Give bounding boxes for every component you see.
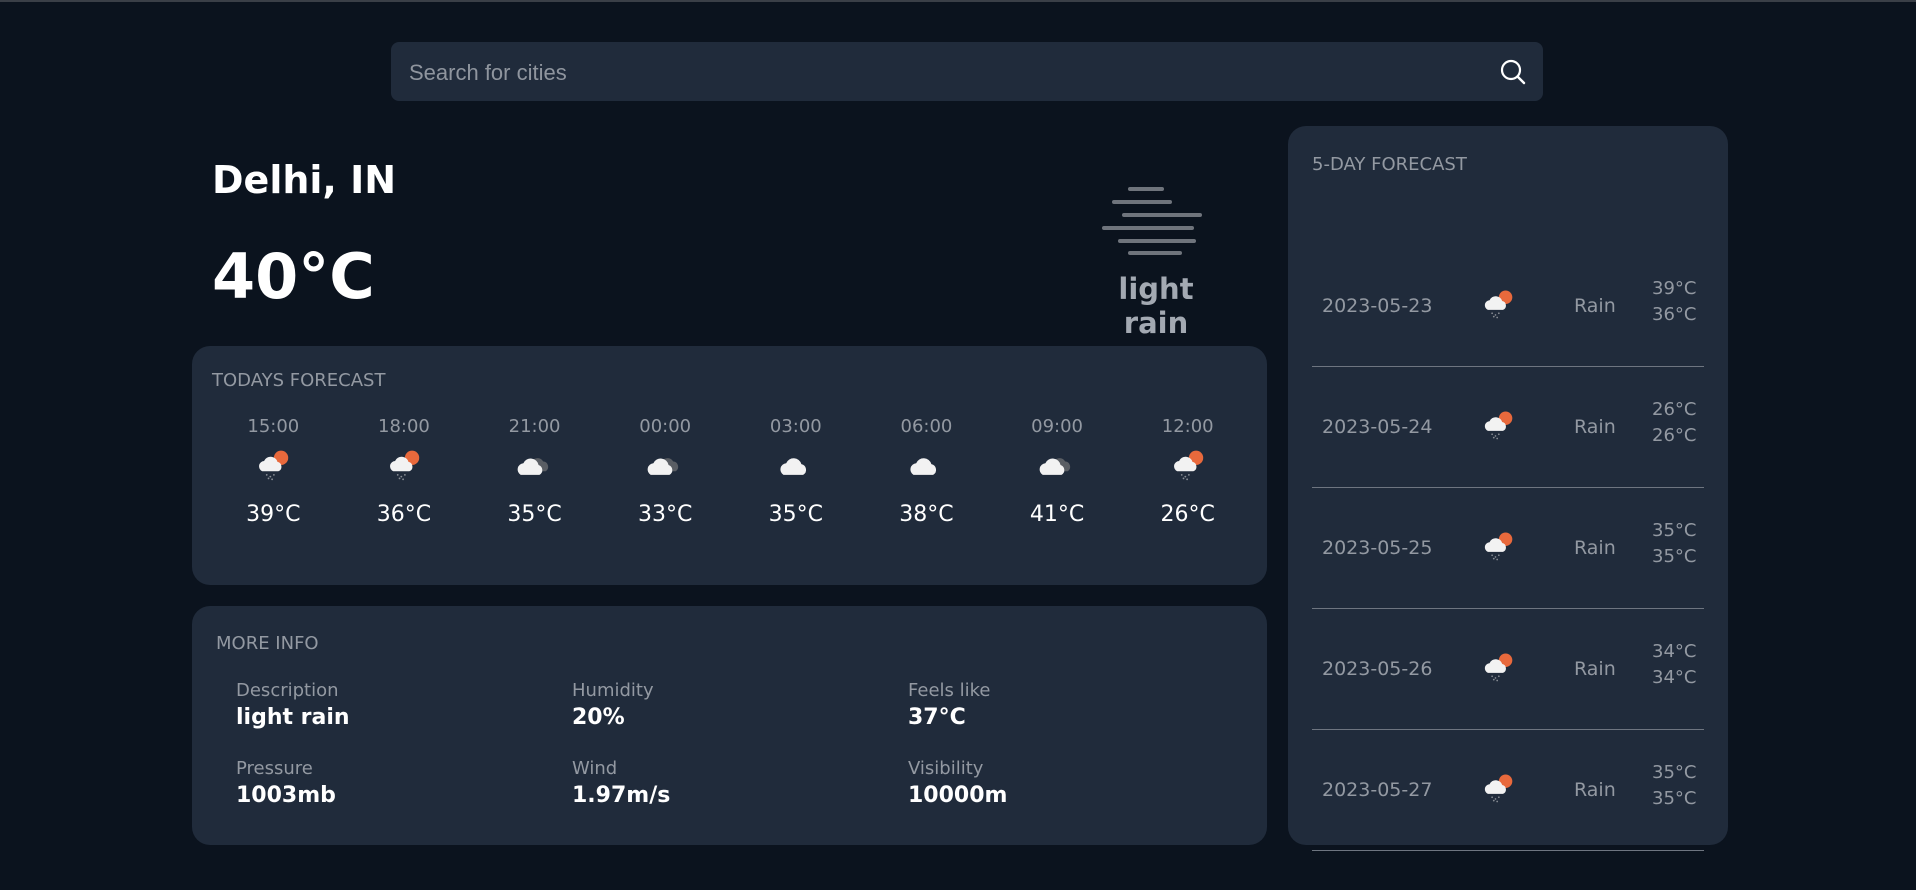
- day-date: 2023-05-24: [1322, 416, 1433, 438]
- hour-time: 00:00: [639, 416, 692, 437]
- info-humidity: Humidity 20%: [572, 680, 908, 730]
- broken-clouds-icon: [517, 458, 548, 475]
- info-value: 20%: [572, 705, 625, 730]
- day-low-temperature: 34°C: [1652, 667, 1697, 688]
- info-value: 1003mb: [236, 783, 336, 808]
- hour-time: 09:00: [1031, 416, 1083, 437]
- info-feels-like: Feels like 37°C: [908, 680, 1208, 730]
- info-value: 37°C: [908, 705, 966, 730]
- hour-temperature: 38°C: [899, 502, 954, 527]
- hourly-item: 06:00 38°C: [861, 416, 992, 527]
- hourly-item: 18:00 36°C: [339, 416, 470, 527]
- info-label: Visibility: [908, 758, 984, 779]
- info-label: Humidity: [572, 680, 654, 701]
- hour-time: 12:00: [1161, 416, 1214, 437]
- hourly-item: 00:00 33°C: [600, 416, 731, 527]
- day-condition: Rain: [1574, 537, 1616, 559]
- day-condition: Rain: [1574, 416, 1616, 438]
- day-date: 2023-05-25: [1322, 537, 1433, 559]
- hourly-item: 12:00 26°C: [1122, 416, 1253, 527]
- hour-time: 21:00: [508, 416, 561, 437]
- hourly-item: 15:00 39°C: [208, 416, 339, 527]
- sun-cloud-rain-icon: [1484, 774, 1513, 803]
- hour-time: 18:00: [378, 416, 430, 437]
- info-label: Description: [236, 680, 339, 701]
- daily-forecast-row: 2023-05-24 Rain 26°C 26°C: [1312, 367, 1704, 488]
- current-description: light rain: [1118, 272, 1194, 340]
- hour-temperature: 41°C: [1029, 502, 1085, 527]
- more-info-title: MORE INFO: [216, 633, 319, 654]
- day-low-temperature: 35°C: [1652, 788, 1697, 809]
- five-day-forecast-title: 5-DAY FORECAST: [1312, 154, 1467, 175]
- sun-cloud-rain-icon: [1484, 532, 1513, 561]
- info-label: Wind: [572, 758, 618, 779]
- info-description: Description light rain: [236, 680, 572, 730]
- sun-cloud-rain-icon: [389, 450, 420, 481]
- info-value: light rain: [236, 705, 350, 730]
- hourly-item: 21:00 35°C: [469, 416, 600, 527]
- hour-time: 03:00: [769, 416, 822, 437]
- hour-time: 06:00: [900, 416, 953, 437]
- info-value: 10000m: [908, 783, 1008, 808]
- day-low-temperature: 35°C: [1652, 546, 1697, 567]
- day-date: 2023-05-23: [1322, 295, 1433, 317]
- day-date: 2023-05-27: [1322, 779, 1433, 801]
- day-condition: Rain: [1574, 295, 1616, 317]
- sun-cloud-rain-icon: [1173, 450, 1203, 481]
- info-label: Pressure: [236, 758, 313, 779]
- broken-clouds-icon: [1039, 458, 1071, 475]
- day-high-temperature: 35°C: [1652, 520, 1697, 541]
- five-day-forecast-card: 5-DAY FORECAST 2023-05-23 Rain 39°C 36°C 202…: [1288, 126, 1728, 851]
- daily-forecast-row: 2023-05-25 Rain 35°C 35°C: [1312, 488, 1704, 609]
- sun-cloud-rain-icon: [1484, 653, 1513, 682]
- day-high-temperature: 26°C: [1652, 399, 1697, 420]
- day-low-temperature: 26°C: [1652, 425, 1697, 446]
- hour-time: 15:00: [247, 416, 300, 437]
- city-name: Delhi, IN: [212, 158, 397, 202]
- todays-forecast-title: TODAYS FORECAST: [212, 370, 386, 391]
- day-date: 2023-05-26: [1322, 658, 1433, 680]
- info-label: Feels like: [908, 680, 991, 701]
- search-bar[interactable]: [391, 42, 1543, 103]
- mist-icon: [1102, 187, 1202, 255]
- hourly-item: 09:00 41°C: [992, 416, 1123, 527]
- sun-cloud-rain-icon: [1484, 290, 1513, 319]
- cloud-icon: [910, 458, 937, 475]
- info-visibility: Visibility 10000m: [908, 758, 1208, 808]
- hour-temperature: 36°C: [376, 502, 432, 527]
- search-input[interactable]: [407, 42, 1491, 103]
- daily-forecast-row: 2023-05-27 Rain 35°C 35°C: [1312, 730, 1704, 851]
- broken-clouds-icon: [647, 458, 679, 475]
- current-temperature: 40°C: [212, 240, 375, 313]
- sun-cloud-rain-icon: [259, 450, 289, 481]
- cloud-icon: [780, 458, 806, 475]
- day-condition: Rain: [1574, 658, 1616, 680]
- info-wind: Wind 1.97m/s: [572, 758, 908, 808]
- hourly-item: 03:00 35°C: [731, 416, 862, 527]
- hourly-forecast-list: 15:00 39°C 18:00 36°C 21:00 35°C 00:00 33°C 03:0…: [208, 416, 1253, 527]
- sun-cloud-rain-icon: [1484, 411, 1513, 440]
- todays-forecast-card: TODAYS FORECAST 15:00 39°C 18:00 36°C 21:00 3…: [192, 346, 1267, 585]
- hour-temperature: 35°C: [507, 502, 562, 527]
- hour-temperature: 35°C: [768, 502, 823, 527]
- more-info-card: MORE INFO Description light rain Humidit…: [192, 606, 1267, 845]
- window-top-border: [0, 0, 1916, 2]
- daily-forecast-row: 2023-05-23 Rain 39°C 36°C: [1312, 246, 1704, 367]
- more-info-grid: Description light rain Humidity 20% Feel…: [236, 680, 1236, 808]
- day-condition: Rain: [1574, 779, 1616, 801]
- search-icon[interactable]: [1499, 58, 1527, 86]
- hour-temperature: 26°C: [1160, 502, 1215, 527]
- day-low-temperature: 36°C: [1652, 304, 1697, 325]
- hour-temperature: 33°C: [638, 502, 693, 527]
- day-high-temperature: 34°C: [1652, 641, 1697, 662]
- info-pressure: Pressure 1003mb: [236, 758, 572, 808]
- day-high-temperature: 35°C: [1652, 762, 1697, 783]
- hour-temperature: 39°C: [246, 502, 301, 527]
- daily-forecast-row: 2023-05-26 Rain 34°C 34°C: [1312, 609, 1704, 730]
- day-high-temperature: 39°C: [1652, 278, 1697, 299]
- info-value: 1.97m/s: [572, 783, 671, 808]
